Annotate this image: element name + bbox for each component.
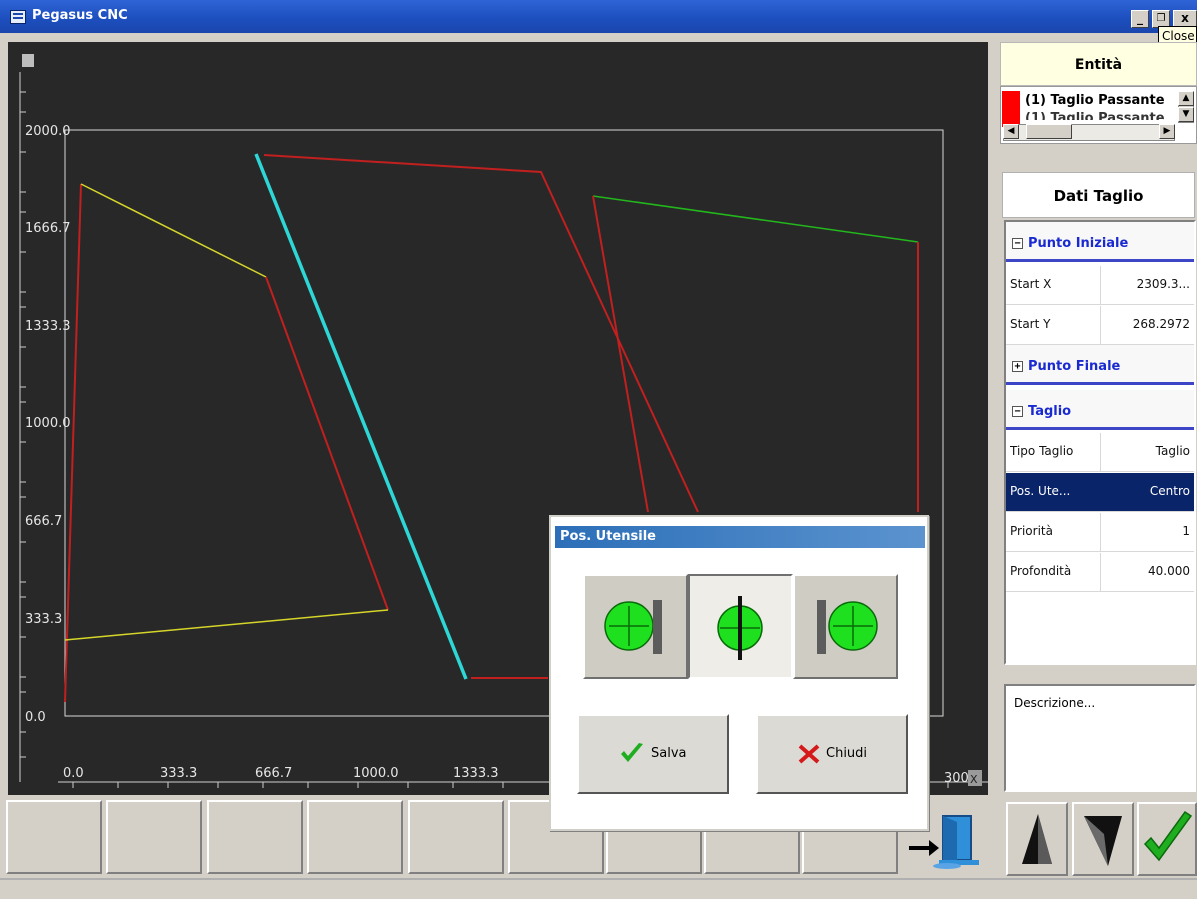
save-label: Salva (651, 746, 687, 761)
prop-key: Profondità (1010, 564, 1072, 578)
prop-value[interactable]: 40.000 (1105, 564, 1190, 578)
x-tick-label: 0.0 (63, 766, 84, 781)
tool-position-center-button[interactable] (688, 574, 793, 679)
collapse-icon[interactable]: − (1012, 238, 1023, 249)
app-icon (10, 10, 26, 24)
x-tick-label: 1333.3 (453, 766, 499, 781)
prop-row-start-y[interactable]: Start Y 268.2972 (1006, 306, 1194, 345)
cut-path-red[interactable] (592, 195, 649, 513)
prop-value[interactable]: Taglio (1105, 444, 1190, 458)
expand-icon[interactable]: + (1012, 361, 1023, 372)
window-title: Pegasus CNC (32, 8, 128, 23)
tool-left-of-path-icon (604, 600, 662, 654)
prop-value[interactable]: 1 (1105, 524, 1190, 538)
group-label: Taglio (1028, 404, 1072, 419)
right-panel: Entità (1) Taglio Passante (1) Taglio Pa… (1000, 42, 1197, 798)
tool-position-left-button[interactable] (583, 574, 688, 679)
x-tick-label: 1000.0 (353, 766, 399, 781)
cut-path-red[interactable] (64, 183, 82, 703)
prop-row-priorita[interactable]: Priorità 1 (1006, 513, 1194, 552)
y-tick-label: 333.3 (25, 612, 62, 627)
toolbar-button-empty[interactable] (106, 800, 202, 874)
dialog-title: Pos. Utensile (555, 526, 925, 548)
prop-row-pos-utensile[interactable]: Pos. Ute... Centro (1006, 473, 1194, 512)
x-icon (798, 744, 820, 764)
up-arrow-icon (1022, 814, 1052, 864)
prop-row-start-x[interactable]: Start X 2309.3... (1006, 266, 1194, 305)
group-label: Punto Iniziale (1028, 236, 1129, 251)
group-punto-finale[interactable]: + Punto Finale (1006, 345, 1194, 385)
cut-path-yellow[interactable] (80, 183, 267, 278)
prop-key: Start X (1010, 277, 1052, 291)
title-bar: Pegasus CNC _ ❐ x (0, 0, 1197, 33)
save-button[interactable]: Salva (577, 714, 729, 794)
dati-taglio-header: Dati Taglio (1002, 172, 1195, 218)
prop-key: Priorità (1010, 524, 1053, 538)
entity-color-swatch (1002, 91, 1020, 127)
toolbar-button-empty[interactable] (307, 800, 403, 874)
y-tick-label: 1333.3 (25, 319, 71, 334)
x-tick-label: 666.7 (255, 766, 292, 781)
y-tick-label: 666.7 (25, 514, 62, 529)
group-taglio[interactable]: − Taglio (1006, 390, 1194, 430)
cut-path-green[interactable] (592, 195, 919, 243)
x-tick-label: 333.3 (160, 766, 197, 781)
scroll-right-icon[interactable]: ▶ (1159, 124, 1175, 139)
cut-path-cyan-selected[interactable] (254, 153, 468, 680)
check-icon (621, 743, 643, 762)
y-tick-label: 0.0 (25, 710, 46, 725)
pos-utensile-dialog: Pos. Utensile Salva Chiudi (549, 515, 929, 831)
entity-list-item[interactable]: (1) Taglio Passante (1025, 93, 1175, 108)
down-arrow-icon (1084, 816, 1122, 866)
prop-key: Start Y (1010, 317, 1051, 331)
prop-value[interactable]: Centro (1105, 484, 1190, 498)
prop-row-tipo-taglio[interactable]: Tipo Taglio Taglio (1006, 433, 1194, 472)
entity-horizontal-scrollbar[interactable]: ◀ ▶ (1003, 124, 1175, 141)
status-bar (0, 878, 1197, 899)
toolbar-button-empty[interactable] (408, 800, 504, 874)
tool-position-right-button[interactable] (793, 574, 898, 679)
prop-key: Pos. Ute... (1010, 484, 1071, 498)
scroll-left-icon[interactable]: ◀ (1003, 124, 1019, 139)
group-punto-iniziale[interactable]: − Punto Iniziale (1006, 222, 1194, 262)
tool-center-on-path-icon (717, 596, 763, 660)
prop-row-profondita[interactable]: Profondità 40.000 (1006, 553, 1194, 592)
close-button[interactable]: Chiudi (756, 714, 908, 794)
next-button[interactable] (1072, 802, 1134, 876)
entity-vertical-scrollbar[interactable]: ▲ ▼ (1178, 91, 1194, 123)
previous-button[interactable] (1006, 802, 1068, 876)
x-axis-letter: X (970, 773, 978, 786)
close-label: Chiudi (826, 746, 868, 761)
scroll-thumb[interactable] (1026, 124, 1072, 139)
scroll-up-icon[interactable]: ▲ (1178, 91, 1194, 106)
confirm-button[interactable] (1137, 802, 1197, 876)
collapse-icon[interactable]: − (1012, 406, 1023, 417)
entita-list[interactable]: (1) Taglio Passante (1) Taglio Passante … (1000, 86, 1197, 144)
tool-right-of-path-icon (817, 600, 878, 654)
y-axis-icon (22, 54, 34, 67)
entita-header: Entità (1000, 42, 1197, 86)
y-tick-label: 1000.0 (25, 416, 71, 431)
cut-path-yellow[interactable] (64, 609, 389, 641)
entity-list-item[interactable]: (1) Taglio Passante (1025, 111, 1175, 120)
check-icon (1143, 810, 1193, 862)
description-textarea[interactable]: Descrizione... (1004, 684, 1196, 792)
y-tick-label: 1666.7 (25, 221, 71, 236)
minimize-button[interactable]: _ (1131, 10, 1149, 28)
toolbar-button-empty[interactable] (207, 800, 303, 874)
y-tick-label: 2000.0 (25, 124, 71, 139)
group-label: Punto Finale (1028, 359, 1121, 374)
property-grid[interactable]: − Punto Iniziale Start X 2309.3... Start… (1004, 220, 1196, 665)
toolbar-button-empty[interactable] (6, 800, 102, 874)
scroll-down-icon[interactable]: ▼ (1178, 107, 1194, 122)
prop-value[interactable]: 2309.3... (1105, 277, 1190, 291)
prop-key: Tipo Taglio (1010, 444, 1074, 458)
prop-value[interactable]: 268.2972 (1105, 317, 1190, 331)
